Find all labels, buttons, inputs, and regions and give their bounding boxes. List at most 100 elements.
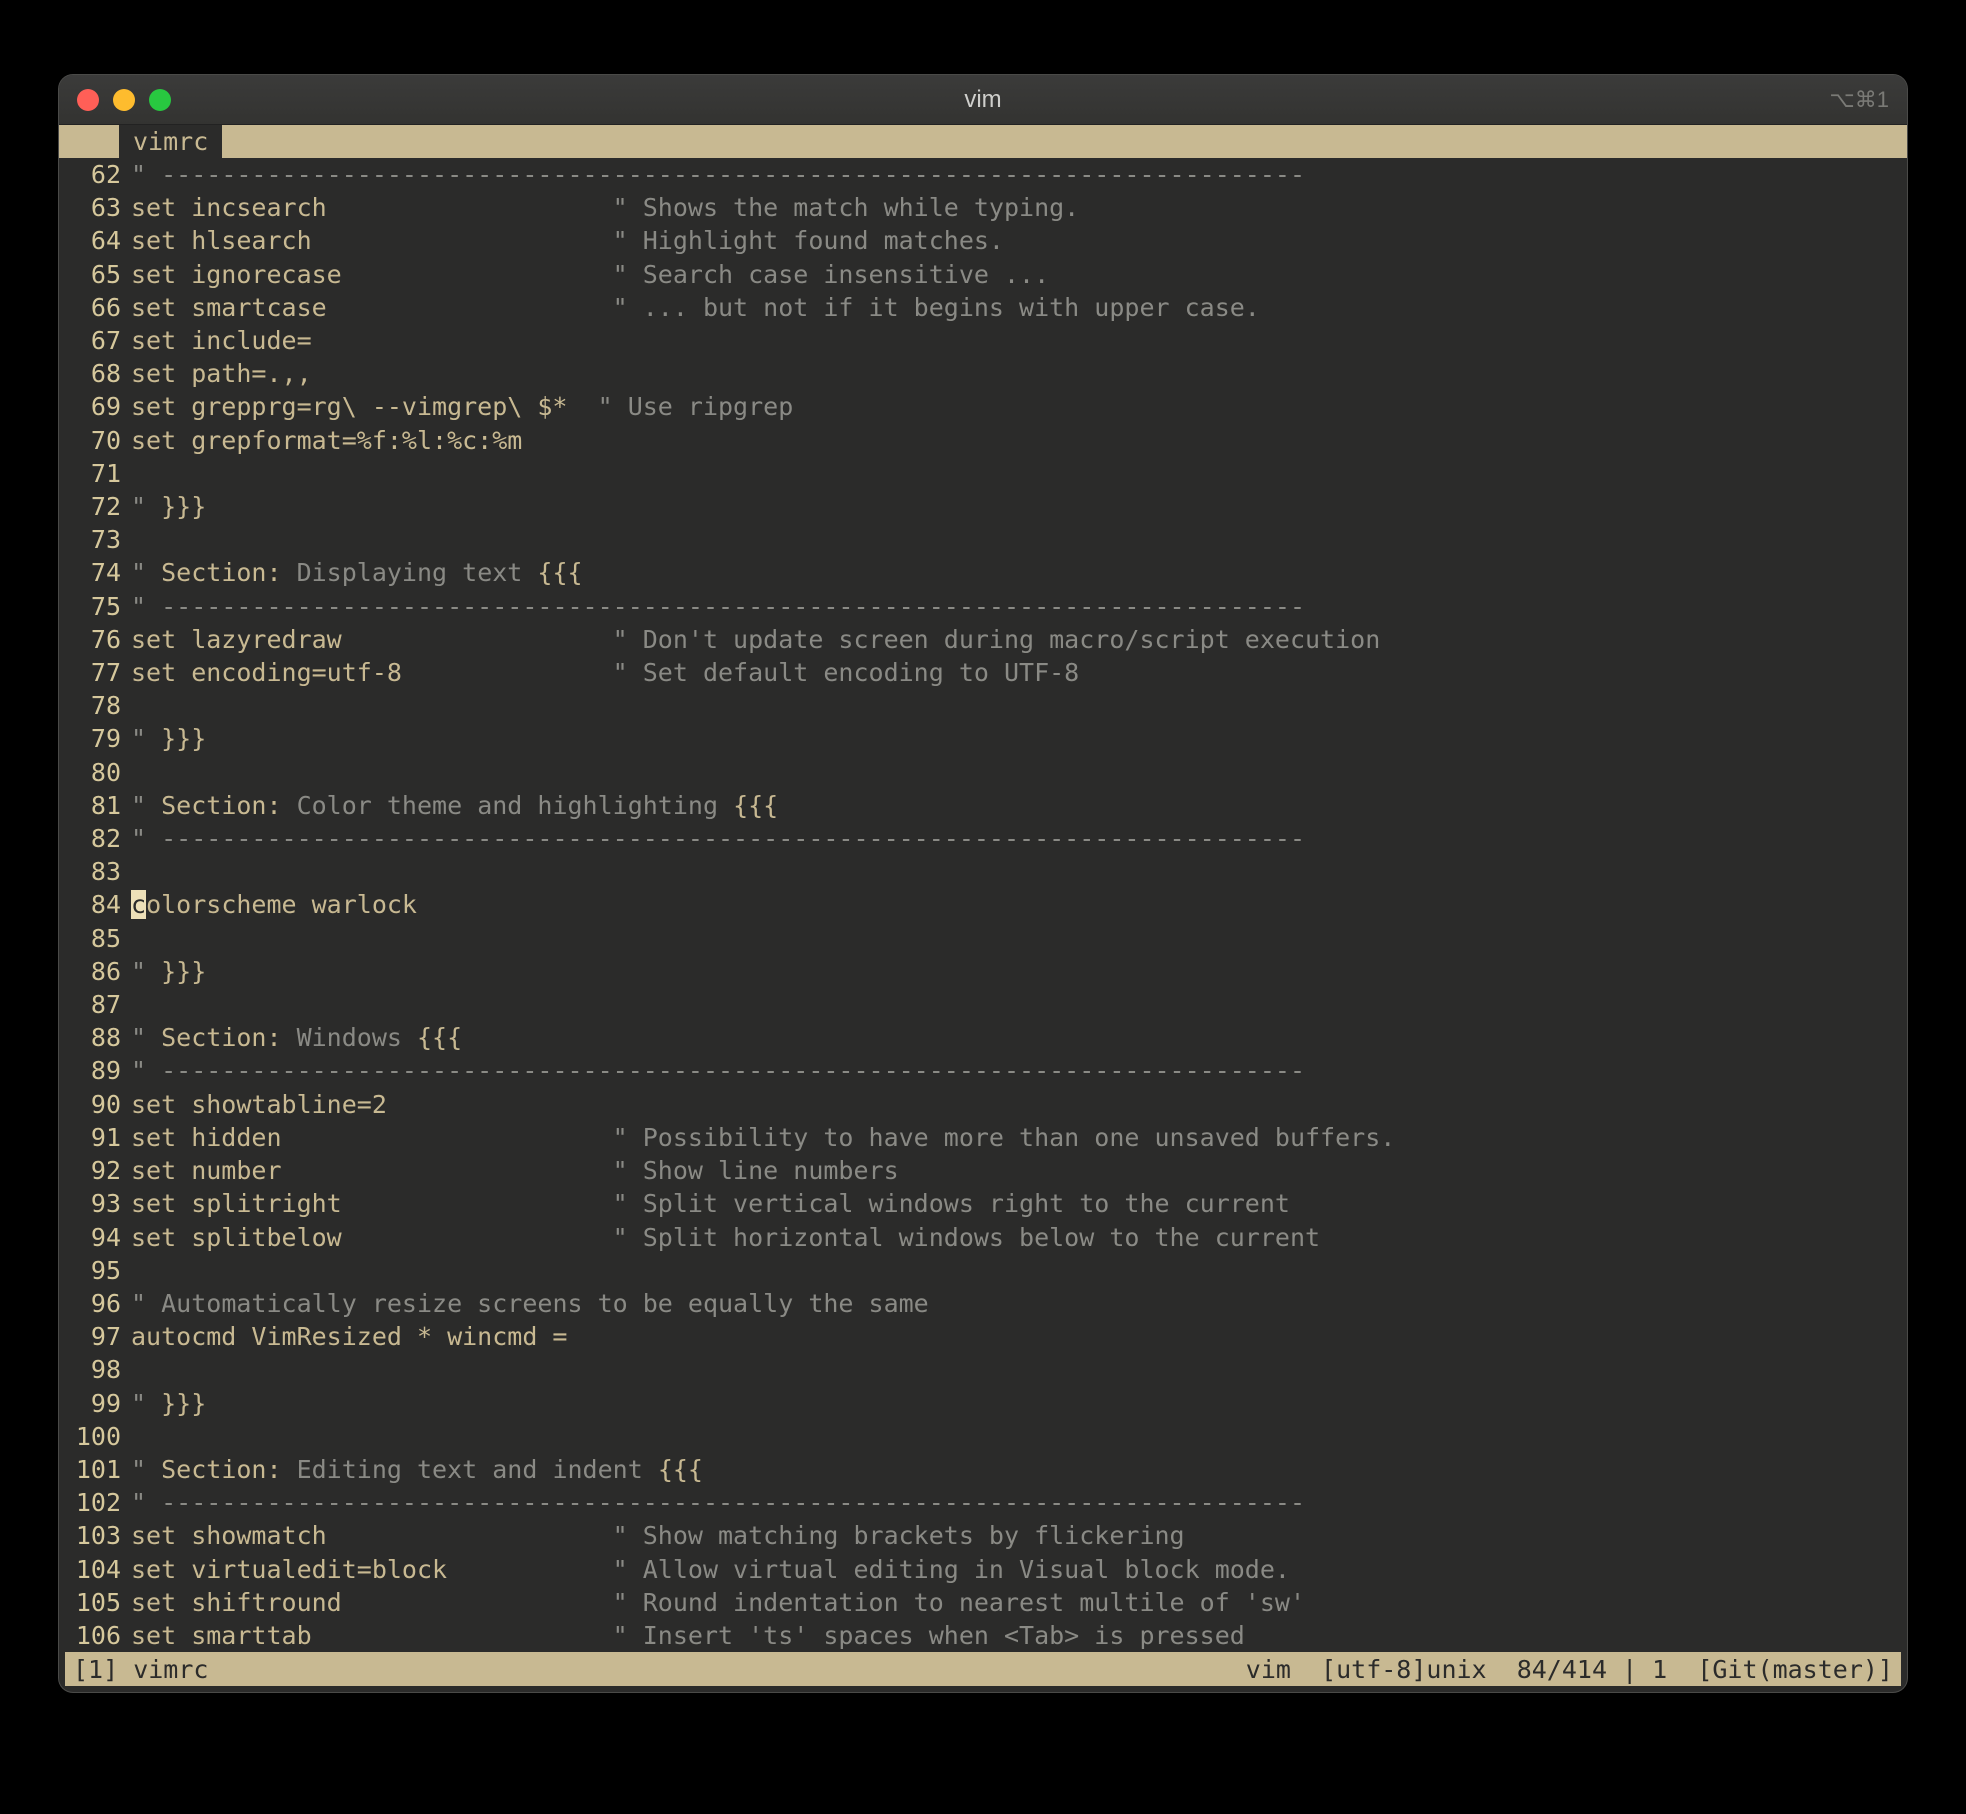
line-number: 93: [59, 1187, 131, 1220]
line-number: 102: [59, 1486, 131, 1519]
code-line[interactable]: 75" ------------------------------------…: [59, 590, 1907, 623]
line-content: [131, 922, 146, 955]
code-line[interactable]: 97autocmd VimResized * wincmd =: [59, 1320, 1907, 1353]
line-number: 86: [59, 955, 131, 988]
line-content: autocmd VimResized * wincmd =: [131, 1320, 568, 1353]
line-content: " Section: Displaying text {{{: [131, 556, 583, 589]
code-line[interactable]: 81" Section: Color theme and highlightin…: [59, 789, 1907, 822]
line-number: 68: [59, 357, 131, 390]
code-line[interactable]: 82" ------------------------------------…: [59, 822, 1907, 855]
titlebar: vim ⌥⌘1: [59, 75, 1907, 125]
code-line[interactable]: 69set grepprg=rg\ --vimgrep\ $* " Use ri…: [59, 390, 1907, 423]
code-line[interactable]: 104set virtualedit=block " Allow virtual…: [59, 1553, 1907, 1586]
code-line[interactable]: 89" ------------------------------------…: [59, 1054, 1907, 1087]
line-content: " }}}: [131, 722, 206, 755]
zoom-icon[interactable]: [149, 89, 171, 111]
code-line[interactable]: 103set showmatch " Show matching bracket…: [59, 1519, 1907, 1552]
code-line[interactable]: 68set path=.,,: [59, 357, 1907, 390]
line-content: " Automatically resize screens to be equ…: [131, 1287, 929, 1320]
code-line[interactable]: 64set hlsearch " Highlight found matches…: [59, 224, 1907, 257]
statusline: [1] vimrc vim [utf-8]unix 84/414 | 1 [Gi…: [65, 1652, 1901, 1686]
line-content: set splitright " Split vertical windows …: [131, 1187, 1290, 1220]
line-number: 89: [59, 1054, 131, 1087]
line-content: set number " Show line numbers: [131, 1154, 899, 1187]
line-number: 97: [59, 1320, 131, 1353]
line-content: set showmatch " Show matching brackets b…: [131, 1519, 1185, 1552]
line-number: 79: [59, 722, 131, 755]
code-line[interactable]: 71: [59, 457, 1907, 490]
traffic-lights: [77, 89, 171, 111]
code-line[interactable]: 101" Section: Editing text and indent {{…: [59, 1453, 1907, 1486]
minimize-icon[interactable]: [113, 89, 135, 111]
line-number: 64: [59, 224, 131, 257]
code-line[interactable]: 79" }}}: [59, 722, 1907, 755]
code-line[interactable]: 76set lazyredraw " Don't update screen d…: [59, 623, 1907, 656]
close-icon[interactable]: [77, 89, 99, 111]
code-line[interactable]: 94set splitbelow " Split horizontal wind…: [59, 1221, 1907, 1254]
code-line[interactable]: 66set smartcase " ... but not if it begi…: [59, 291, 1907, 324]
code-line[interactable]: 106set smarttab " Insert 'ts' spaces whe…: [59, 1619, 1907, 1652]
code-line[interactable]: 74" Section: Displaying text {{{: [59, 556, 1907, 589]
line-content: [131, 988, 146, 1021]
line-number: 94: [59, 1221, 131, 1254]
line-content: set hidden " Possibility to have more th…: [131, 1121, 1395, 1154]
code-line[interactable]: 72" }}}: [59, 490, 1907, 523]
code-line[interactable]: 65set ignorecase " Search case insensiti…: [59, 258, 1907, 291]
code-line[interactable]: 102" -----------------------------------…: [59, 1486, 1907, 1519]
code-line[interactable]: 100: [59, 1420, 1907, 1453]
line-number: 76: [59, 623, 131, 656]
line-content: set showtabline=2: [131, 1088, 387, 1121]
code-line[interactable]: 85: [59, 922, 1907, 955]
code-line[interactable]: 99" }}}: [59, 1387, 1907, 1420]
code-line[interactable]: 62" ------------------------------------…: [59, 158, 1907, 191]
line-content: set lazyredraw " Don't update screen dur…: [131, 623, 1380, 656]
line-content: " --------------------------------------…: [131, 822, 1305, 855]
line-number: 83: [59, 855, 131, 888]
line-content: [131, 756, 146, 789]
code-line[interactable]: 86" }}}: [59, 955, 1907, 988]
code-line[interactable]: 87: [59, 988, 1907, 1021]
code-line[interactable]: 63set incsearch " Shows the match while …: [59, 191, 1907, 224]
line-number: 104: [59, 1553, 131, 1586]
line-number: 101: [59, 1453, 131, 1486]
code-line[interactable]: 80: [59, 756, 1907, 789]
code-line[interactable]: 77set encoding=utf-8 " Set default encod…: [59, 656, 1907, 689]
line-number: 98: [59, 1353, 131, 1386]
line-content: set smarttab " Insert 'ts' spaces when <…: [131, 1619, 1245, 1652]
line-content: [131, 523, 146, 556]
window-title: vim: [59, 86, 1907, 114]
line-number: 103: [59, 1519, 131, 1552]
code-line[interactable]: 105set shiftround " Round indentation to…: [59, 1586, 1907, 1619]
code-line[interactable]: 95: [59, 1254, 1907, 1287]
code-line[interactable]: 92set number " Show line numbers: [59, 1154, 1907, 1187]
code-line[interactable]: 70set grepformat=%f:%l:%c:%m: [59, 424, 1907, 457]
code-line[interactable]: 83: [59, 855, 1907, 888]
line-content: set smartcase " ... but not if it begins…: [131, 291, 1260, 324]
line-content: set encoding=utf-8 " Set default encodin…: [131, 656, 1079, 689]
line-number: 88: [59, 1021, 131, 1054]
code-line[interactable]: 93set splitright " Split vertical window…: [59, 1187, 1907, 1220]
code-line[interactable]: 91set hidden " Possibility to have more …: [59, 1121, 1907, 1154]
code-line[interactable]: 84colorscheme warlock: [59, 888, 1907, 921]
line-content: [131, 689, 146, 722]
line-content: set grepprg=rg\ --vimgrep\ $* " Use ripg…: [131, 390, 793, 423]
tab-vimrc[interactable]: vimrc: [119, 125, 222, 158]
code-line[interactable]: 90set showtabline=2: [59, 1088, 1907, 1121]
line-content: colorscheme warlock: [131, 888, 417, 921]
code-line[interactable]: 78: [59, 689, 1907, 722]
code-line[interactable]: 67set include=: [59, 324, 1907, 357]
code-line[interactable]: 96" Automatically resize screens to be e…: [59, 1287, 1907, 1320]
line-content: set grepformat=%f:%l:%c:%m: [131, 424, 522, 457]
terminal-window: vim ⌥⌘1 vimrc 62" ----------------------…: [59, 75, 1907, 1692]
line-content: [131, 1353, 146, 1386]
line-number: 71: [59, 457, 131, 490]
line-number: 82: [59, 822, 131, 855]
line-content: set ignorecase " Search case insensitive…: [131, 258, 1049, 291]
line-number: 92: [59, 1154, 131, 1187]
code-line[interactable]: 88" Section: Windows {{{: [59, 1021, 1907, 1054]
editor-area[interactable]: 62" ------------------------------------…: [59, 158, 1907, 1652]
line-number: 105: [59, 1586, 131, 1619]
line-number: 96: [59, 1287, 131, 1320]
code-line[interactable]: 98: [59, 1353, 1907, 1386]
code-line[interactable]: 73: [59, 523, 1907, 556]
